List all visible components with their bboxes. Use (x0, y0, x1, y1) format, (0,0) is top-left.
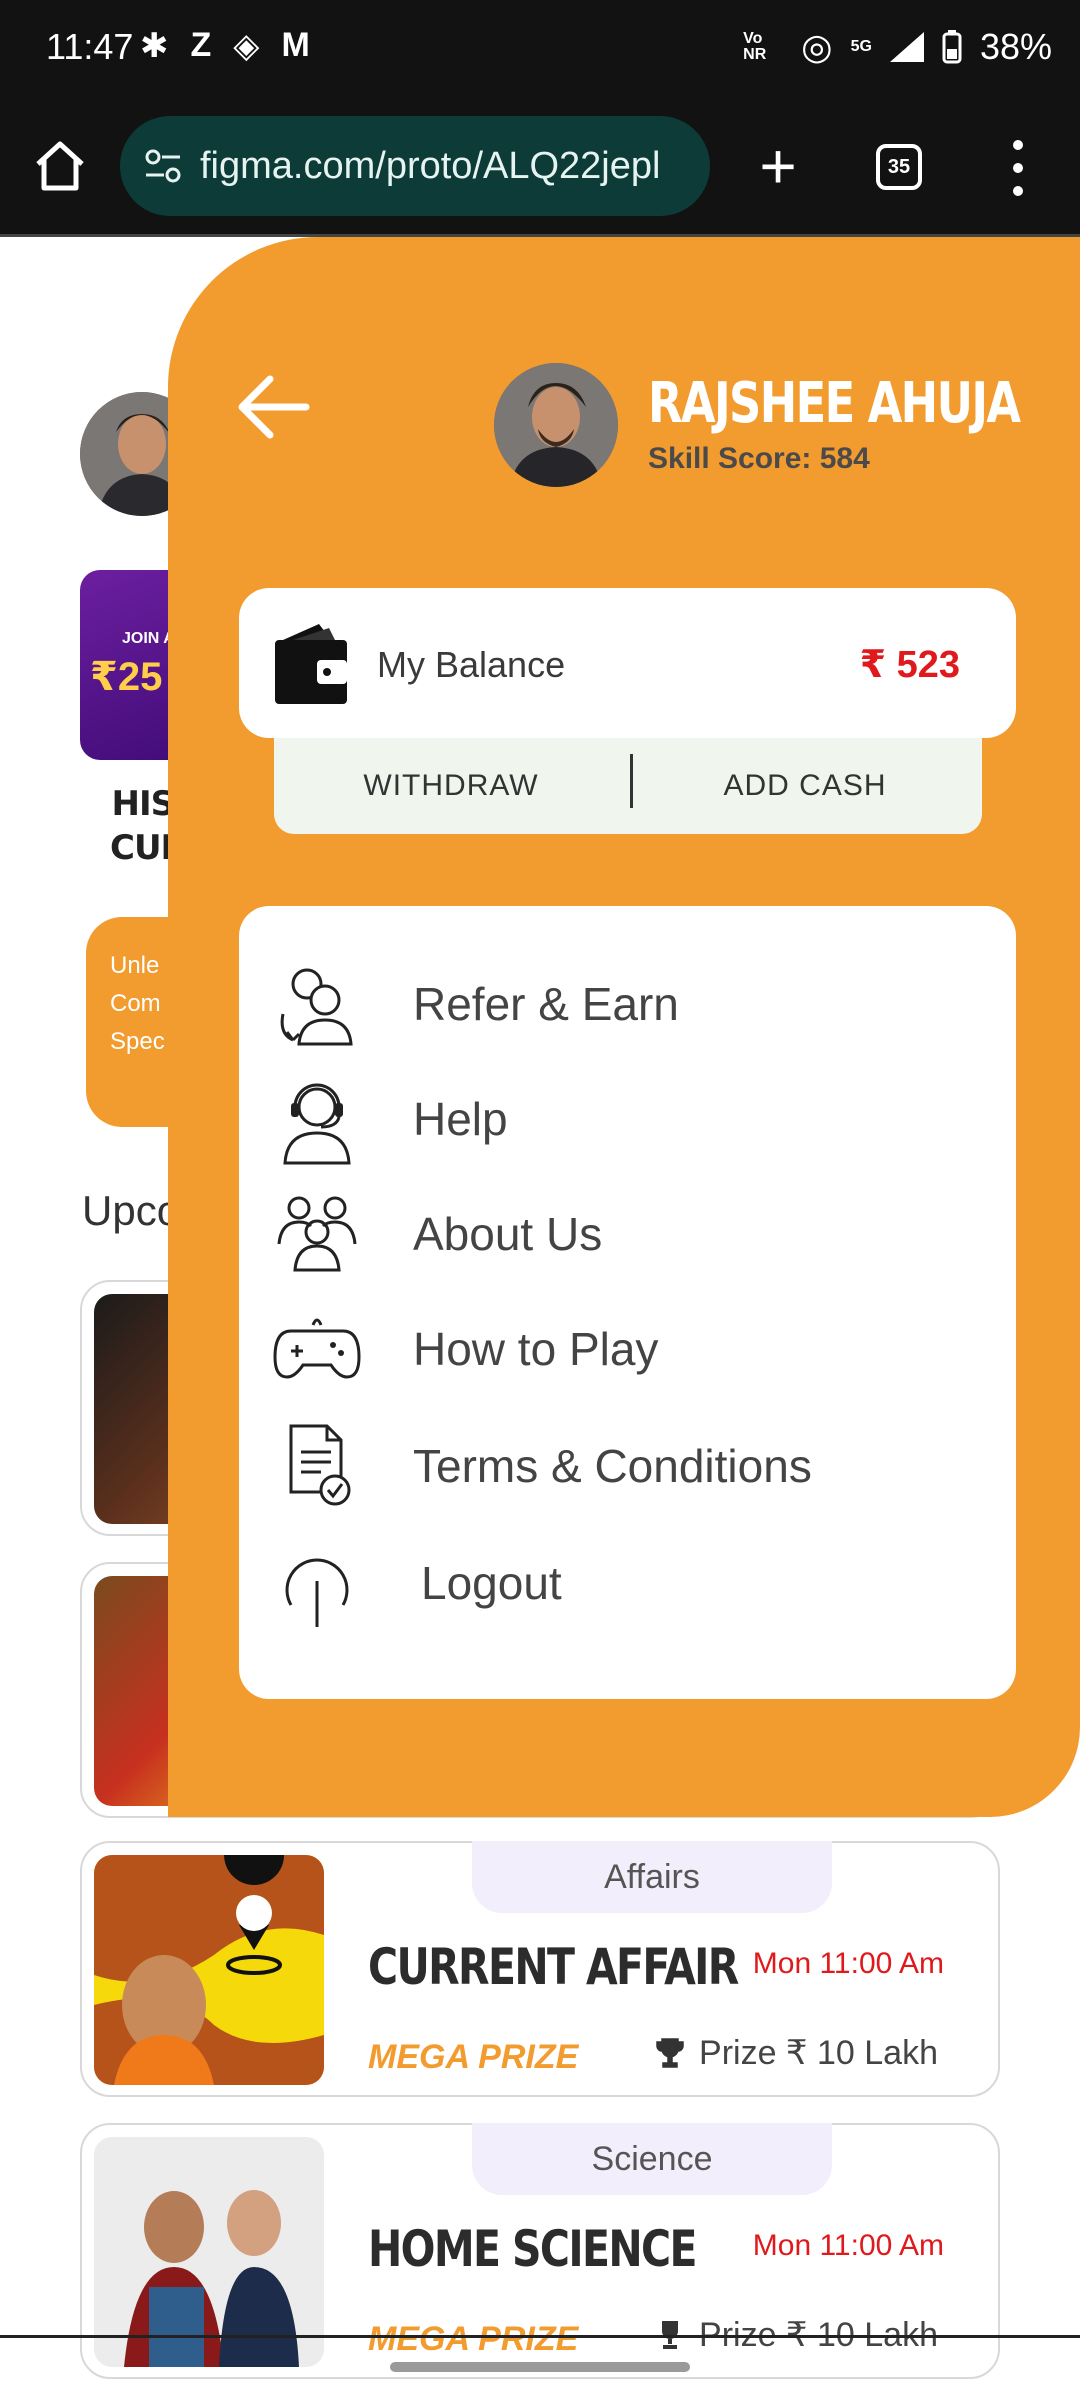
back-arrow-icon[interactable] (234, 367, 314, 447)
menu-label: Terms & Conditions (413, 1440, 812, 1492)
gamepad-icon (273, 1318, 361, 1379)
url-text: figma.com/proto/ALQ22jepl (200, 144, 661, 187)
quiz-thumbnail (94, 2137, 324, 2367)
site-settings-icon[interactable] (142, 145, 184, 187)
balance-card[interactable]: My Balance ₹ 523 (239, 588, 1016, 738)
tab-switcher-button[interactable]: 35 (876, 144, 922, 190)
z-icon: Z (190, 26, 212, 64)
banner-join-text: JOIN A (122, 630, 175, 647)
actions-divider (630, 754, 633, 808)
quiz-card[interactable]: Science HOME SCIENCE Mon 11:00 Am MEGA P… (80, 2123, 1000, 2379)
menu-label: About Us (413, 1208, 603, 1260)
category-tag: Affairs (472, 1841, 832, 1913)
mega-prize-label: MEGA PRIZE (368, 2320, 579, 2358)
trophy-icon (656, 2038, 684, 2068)
menu-label: Help (413, 1093, 508, 1145)
add-cash-button[interactable]: ADD CASH (628, 769, 982, 803)
status-time: 11:47 (46, 26, 134, 67)
document-check-icon (289, 1424, 351, 1506)
quiz-title: CURRENT AFFAIR (368, 1938, 739, 1996)
category-tag: Science (472, 2123, 832, 2195)
quiz-time: Mon 11:00 Am (752, 2229, 944, 2262)
balance-amount: ₹ 523 (859, 644, 960, 686)
quiz-title: HOME SCIENCE (368, 2220, 697, 2278)
support-agent-icon (283, 1083, 351, 1165)
menu-item-help[interactable]: Help (269, 1071, 989, 1167)
quiz-thumbnail (94, 1855, 324, 2085)
menu-label: Refer & Earn (413, 978, 679, 1030)
person-photo (494, 363, 618, 487)
bottom-divider (0, 2335, 1080, 2338)
menu-item-refer-earn[interactable]: Refer & Earn (269, 956, 989, 1052)
url-bar[interactable]: figma.com/proto/ALQ22jepl (120, 116, 710, 216)
browser-toolbar: figma.com/proto/ALQ22jepl + 35 (0, 100, 1080, 236)
gesture-home-bar[interactable] (390, 2362, 690, 2372)
power-icon (285, 1558, 349, 1627)
withdraw-button[interactable]: WITHDRAW (274, 769, 628, 803)
app-icon: ◈ (233, 27, 260, 65)
balance-label: My Balance (377, 644, 566, 685)
user-name: RAJSHEE AHUJA (648, 371, 1021, 436)
battery-icon (942, 30, 962, 64)
menu-item-logout[interactable]: Logout (269, 1535, 989, 1631)
battery-percent: 38% (979, 26, 1052, 67)
group-icon (277, 1196, 357, 1272)
gmail-icon: M (281, 26, 310, 64)
new-tab-button[interactable]: + (748, 126, 808, 206)
menu-item-about-us[interactable]: About Us (269, 1186, 989, 1282)
profile-avatar[interactable] (494, 363, 618, 487)
section-title: Upco (82, 1187, 181, 1234)
menu-label: Logout (421, 1557, 562, 1609)
hotspot-icon: ◎ (801, 26, 833, 67)
home-icon[interactable] (30, 136, 90, 196)
menu-item-terms-conditions[interactable]: Terms & Conditions (269, 1418, 989, 1514)
side-drawer: RAJSHEE AHUJA Skill Score: 584 My Balanc… (168, 237, 1080, 1817)
quiz-card[interactable]: Affairs CURRENT AFFAIR Mon 11:00 Am MEGA… (80, 1841, 1000, 2097)
status-right: Vo NR ◎ 5G 38% (743, 26, 1052, 68)
menu-label: How to Play (413, 1323, 659, 1375)
status-bar: 11:47 ✱ Z ◈ M Vo NR ◎ 5G 38% (0, 0, 1080, 100)
network-label: 5G (850, 38, 872, 55)
menu-item-how-to-play[interactable]: How to Play (269, 1301, 989, 1397)
volte-icon: Vo NR (743, 30, 767, 63)
mega-prize-label: MEGA PRIZE (368, 2038, 579, 2076)
wallet-icon (275, 624, 347, 704)
refer-icon (280, 968, 353, 1046)
quiz-time: Mon 11:00 Am (752, 1947, 944, 1980)
prize-text: Prize ₹ 10 Lakh (699, 2034, 938, 2072)
slack-icon: ✱ (140, 27, 169, 65)
balance-actions: WITHDRAW ADD CASH (274, 738, 982, 834)
drawer-menu: Refer & Earn Help About Us How to Play T… (239, 906, 1016, 1699)
signal-icon (889, 32, 924, 62)
notification-icons: ✱ Z ◈ M (140, 26, 310, 66)
prize-info: Prize ₹ 10 Lakh (655, 2033, 938, 2073)
overflow-menu-icon[interactable] (1010, 140, 1026, 196)
skill-score: Skill Score: 584 (648, 442, 870, 475)
